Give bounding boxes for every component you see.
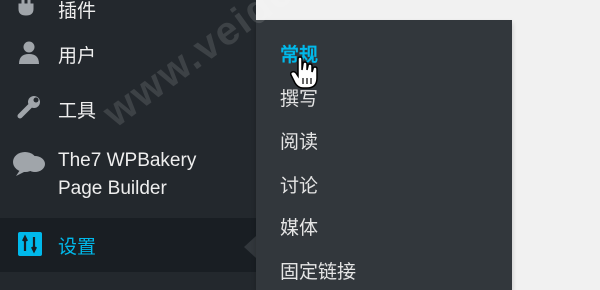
content-area <box>256 0 600 20</box>
submenu-item-permalinks[interactable]: 固定链接 <box>280 257 356 284</box>
sidebar-item-label: 插件 <box>58 1 97 22</box>
sidebar-item-settings[interactable]: 设置 <box>0 218 256 272</box>
submenu-item-discussion[interactable]: 讨论 <box>280 171 318 198</box>
sidebar-item-label: 工具 <box>58 101 97 122</box>
plugin-icon <box>18 0 34 16</box>
hand-pointer-cursor-icon <box>290 56 318 89</box>
wrench-icon <box>17 96 40 119</box>
sidebar-item-plugins[interactable]: 插件 <box>0 0 256 24</box>
sidebar-item-users[interactable]: 用户 <box>0 30 256 74</box>
sidebar-item-wpbakery[interactable]: The7 WPBakery Page Builder <box>0 140 256 210</box>
sidebar-item-tools[interactable]: 工具 <box>0 86 256 130</box>
sidebar-item-label: The7 WPBakery <box>58 150 197 171</box>
submenu-item-media[interactable]: 媒体 <box>280 213 318 240</box>
sidebar-item-label: 用户 <box>58 46 97 67</box>
user-icon <box>19 41 39 64</box>
sidebar-item-label: 设置 <box>58 237 97 258</box>
submenu-item-reading[interactable]: 阅读 <box>280 127 318 154</box>
submenu-arrow <box>244 236 256 258</box>
speech-bubble-icon <box>13 152 45 176</box>
admin-sidebar: 插件 用户 工具 The7 WPBakery Page Builder 设置 <box>0 0 256 290</box>
sidebar-item-label: Page Builder <box>58 178 167 199</box>
settings-icon <box>18 232 42 256</box>
